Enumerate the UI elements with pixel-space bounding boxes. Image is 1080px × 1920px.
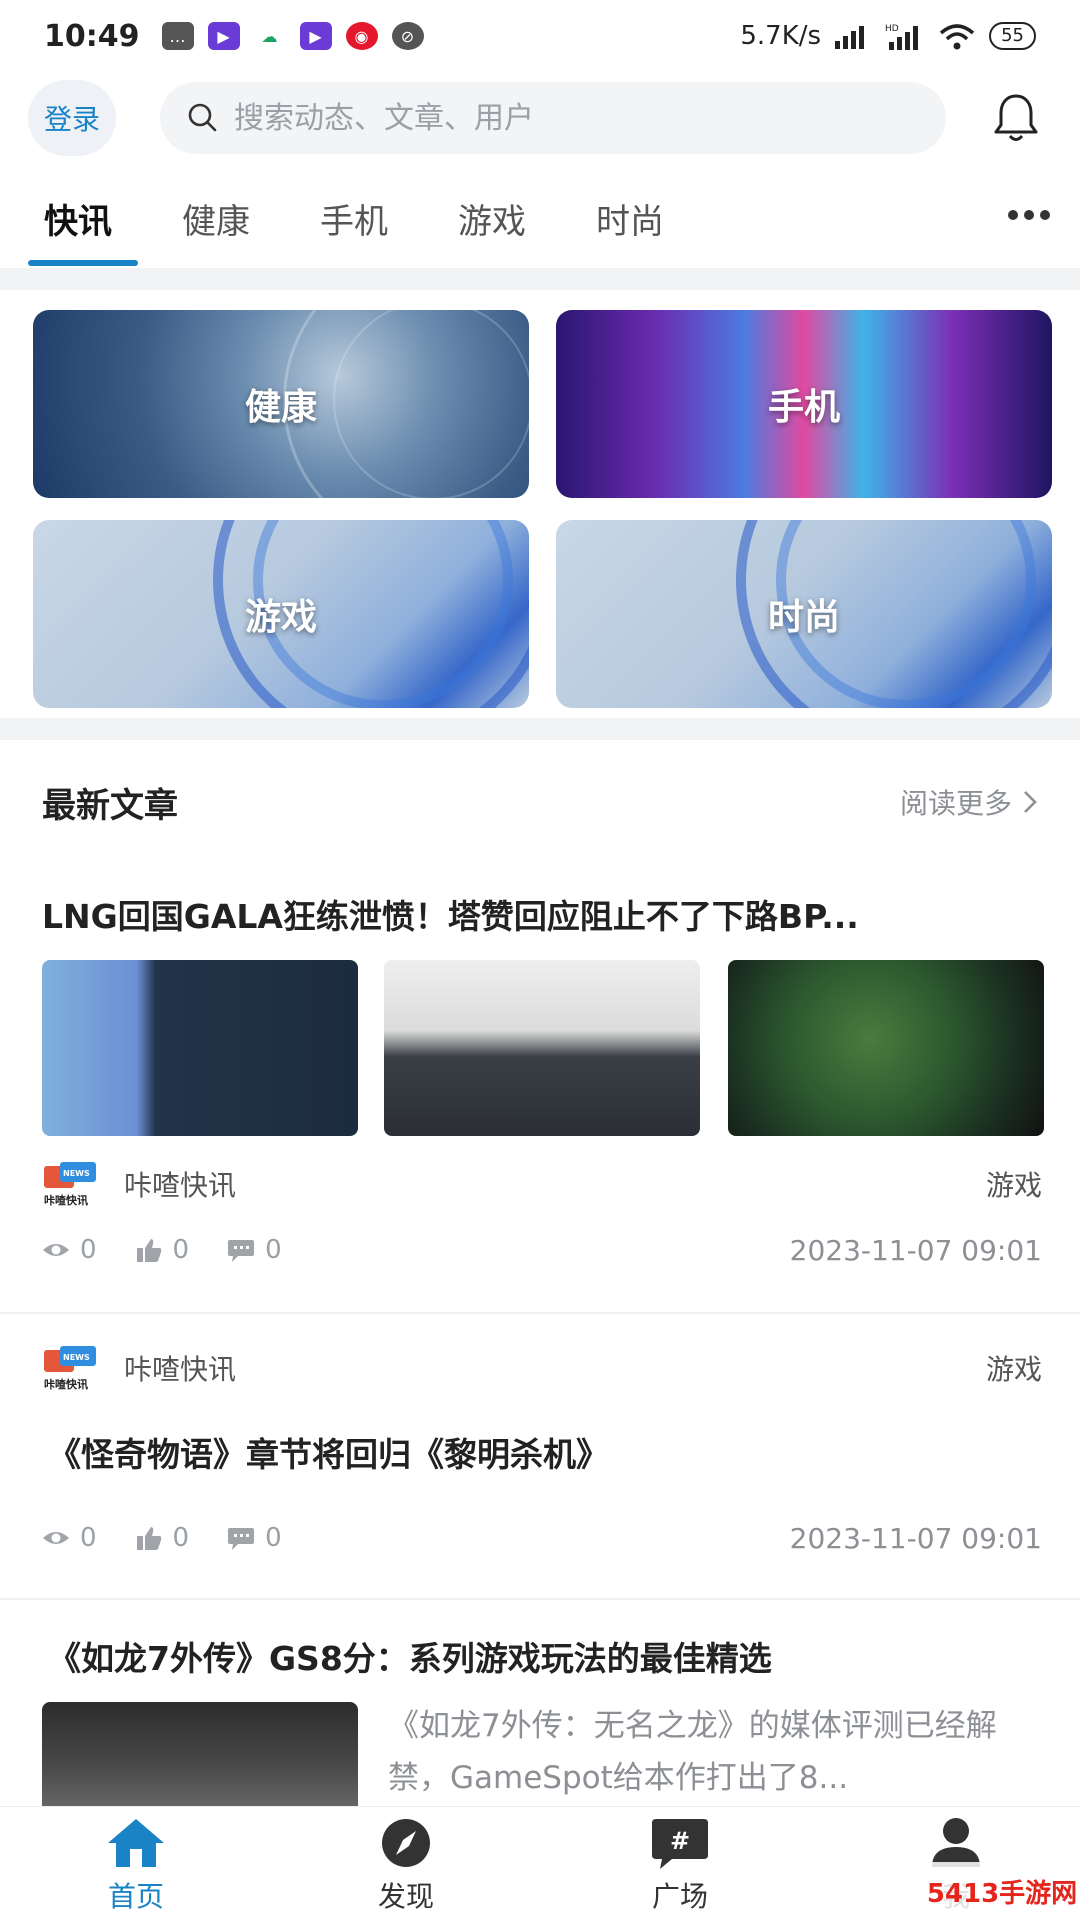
- divider: [0, 1598, 1080, 1600]
- nav-label: 广场: [651, 1880, 708, 1913]
- watermark-logo: 5413手游网: [924, 1862, 1080, 1920]
- source-logo-icon: NEWS 咔喳快讯: [44, 1162, 96, 1207]
- comments-stat[interactable]: 0: [227, 1523, 282, 1553]
- nav-discover[interactable]: 发现: [336, 1815, 476, 1915]
- svg-text:咔喳快讯: 咔喳快讯: [44, 1193, 88, 1207]
- article-thumbnail[interactable]: [42, 960, 358, 1136]
- article-description[interactable]: 《如龙7外传：无名之龙》的媒体评测已经解禁，GameSpot给本作打出了8...: [388, 1700, 1048, 1804]
- source-logo-icon: NEWS 咔喳快讯: [44, 1346, 96, 1391]
- section-title: 最新文章: [42, 786, 178, 826]
- article-stats: 0 0 0 2023-11-07 09:01: [42, 1230, 1042, 1270]
- category-label: 游戏: [244, 597, 317, 638]
- bell-icon[interactable]: [990, 90, 1042, 146]
- login-button[interactable]: 登录: [28, 80, 116, 156]
- article-category[interactable]: 游戏: [986, 1164, 1042, 1204]
- bottom-navigation: 首页 发现 # 广场 我: [0, 1806, 1080, 1920]
- chat-bubble-icon: ☁: [261, 26, 278, 46]
- category-label: 手机: [767, 387, 840, 428]
- battery-indicator: 55: [989, 22, 1036, 50]
- category-label: 健康: [244, 387, 317, 428]
- search-icon: [188, 103, 217, 132]
- tab-fashion[interactable]: 时尚: [596, 194, 664, 243]
- eye-icon: [43, 1532, 69, 1544]
- weibo-icon: ◉: [345, 22, 378, 50]
- signal-icon: [835, 26, 865, 49]
- block-icon: ⊘: [391, 22, 424, 50]
- category-card-phone[interactable]: 手机: [556, 310, 1052, 498]
- svg-text:#: #: [670, 1827, 690, 1855]
- svg-text:HD: HD: [885, 24, 899, 34]
- comments-stat[interactable]: 0: [227, 1235, 282, 1265]
- nav-home[interactable]: 首页: [66, 1815, 206, 1915]
- likes-stat[interactable]: 0: [135, 1235, 189, 1265]
- divider: [0, 1312, 1080, 1314]
- hashtag-icon: #: [652, 1819, 708, 1869]
- svg-text:NEWS: NEWS: [63, 1169, 90, 1178]
- eye-icon: [43, 1244, 69, 1256]
- status-time: 10:49: [44, 18, 140, 54]
- notification-icons: … ▶ ☁ ▶ ◉ ⊘: [161, 22, 424, 50]
- read-more-label: 阅读更多: [899, 787, 1012, 820]
- thumbs-up-icon: [136, 1239, 161, 1262]
- article-title[interactable]: 《如龙7外传》GS8分：系列游戏玩法的最佳精选: [48, 1632, 1048, 1680]
- category-card-health[interactable]: 健康: [33, 310, 529, 498]
- article-title[interactable]: 《怪奇物语》章节将回归《黎明杀机》: [48, 1428, 1048, 1476]
- section-gap: [0, 268, 1080, 290]
- home-icon: [108, 1819, 164, 1867]
- category-card-fashion[interactable]: 时尚: [556, 520, 1052, 708]
- status-bar: 10:49 … ▶ ☁ ▶ ◉ ⊘ 5.7K/s HD 55: [0, 0, 1080, 72]
- wifi-icon: [939, 24, 975, 50]
- article-stats: 0 0 0 2023-11-07 09:01: [42, 1518, 1042, 1558]
- tab-phone[interactable]: 手机: [320, 194, 388, 243]
- comment-icon: [228, 1528, 255, 1550]
- article-source-row: NEWS 咔喳快讯 咔喳快讯 游戏: [42, 1158, 1042, 1210]
- comment-icon: [228, 1240, 255, 1262]
- nav-label: 首页: [107, 1880, 164, 1913]
- video-app-icon-2: ▶: [299, 22, 332, 50]
- message-icon: …: [161, 22, 194, 50]
- compass-icon: [382, 1819, 430, 1867]
- tab-kuaixun[interactable]: 快讯: [44, 194, 112, 243]
- likes-stat[interactable]: 0: [135, 1523, 189, 1553]
- article-thumbnail[interactable]: [728, 960, 1044, 1136]
- article-date: 2023-11-07 09:01: [789, 1233, 1042, 1267]
- category-tabs: 快讯 健康 手机 游戏 时尚: [0, 180, 1080, 266]
- more-menu-icon[interactable]: [1008, 210, 1050, 220]
- search-bar[interactable]: [160, 82, 946, 154]
- net-speed: 5.7K/s: [740, 21, 822, 51]
- search-input[interactable]: [234, 100, 874, 136]
- chevron-right-icon: [1024, 791, 1037, 813]
- source-name[interactable]: 咔喳快讯: [124, 1164, 236, 1204]
- nav-square[interactable]: # 广场: [610, 1815, 750, 1915]
- read-more-link[interactable]: 阅读更多: [900, 782, 1040, 822]
- svg-text:咔喳快讯: 咔喳快讯: [44, 1377, 88, 1391]
- status-right: 5.7K/s HD 55: [740, 21, 1036, 51]
- hd-signal-icon: HD: [885, 24, 919, 50]
- article-source-row: NEWS 咔喳快讯 咔喳快讯 游戏: [42, 1342, 1042, 1394]
- thumbs-up-icon: [136, 1527, 161, 1550]
- active-tab-indicator: [28, 260, 138, 266]
- article-thumbnail[interactable]: [42, 1702, 358, 1812]
- article-category[interactable]: 游戏: [986, 1348, 1042, 1388]
- video-app-icon: ▶: [207, 22, 240, 50]
- article-title[interactable]: LNG回国GALA狂练泄愤！塔赞回应阻止不了下路BP...: [42, 890, 1042, 938]
- nav-label: 发现: [377, 1880, 434, 1913]
- tab-health[interactable]: 健康: [182, 194, 250, 243]
- article-thumbnail[interactable]: [384, 960, 700, 1136]
- source-name[interactable]: 咔喳快讯: [124, 1348, 236, 1388]
- category-card-games[interactable]: 游戏: [33, 520, 529, 708]
- tab-games[interactable]: 游戏: [458, 194, 526, 243]
- category-label: 时尚: [767, 597, 840, 638]
- article-date: 2023-11-07 09:01: [789, 1521, 1042, 1555]
- top-header: 登录: [0, 78, 1080, 162]
- section-gap: [0, 718, 1080, 740]
- views-stat: 0: [42, 1523, 97, 1553]
- svg-text:NEWS: NEWS: [63, 1353, 90, 1362]
- views-stat: 0: [42, 1235, 97, 1265]
